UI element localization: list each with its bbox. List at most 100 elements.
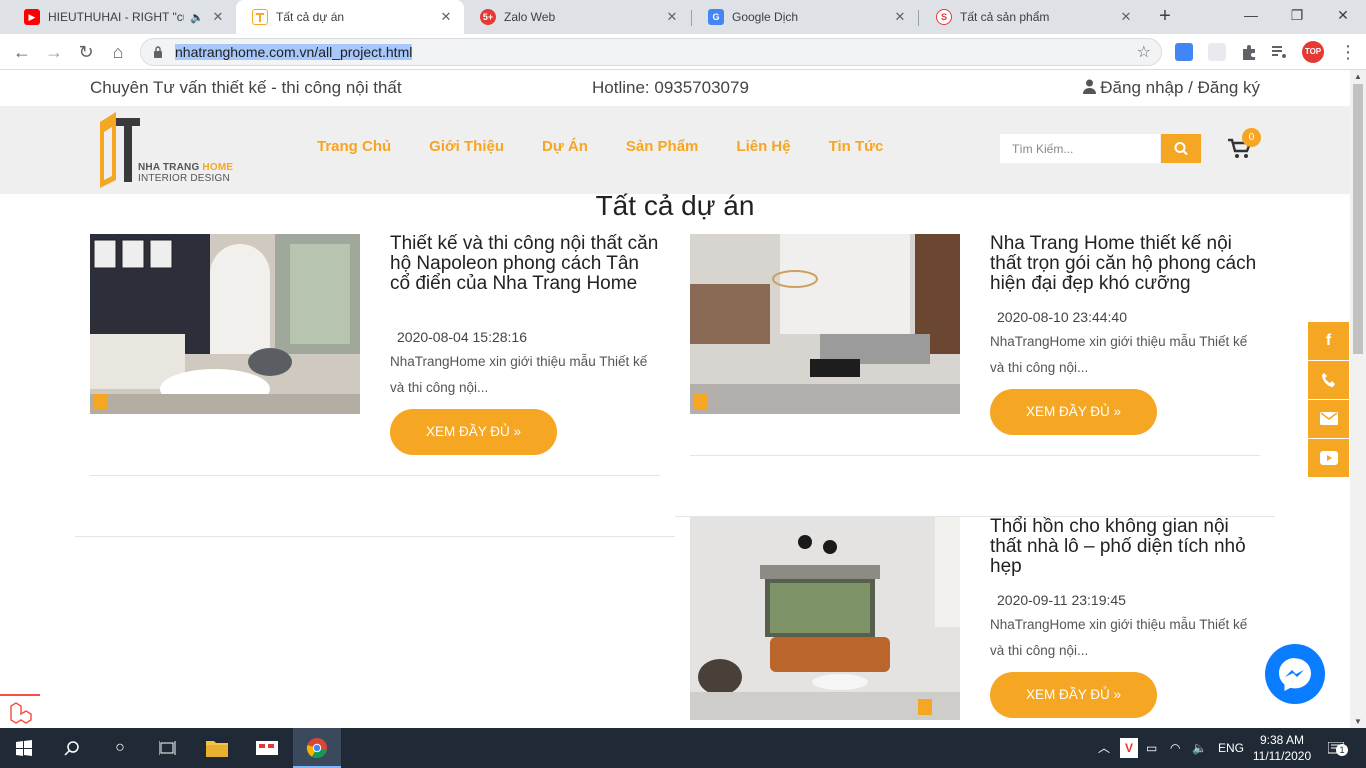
search-button[interactable] <box>1161 134 1201 163</box>
laravel-icon <box>10 702 32 724</box>
menu-item-home[interactable]: Trang Chủ <box>317 138 391 155</box>
project-3-read-more-button[interactable]: XEM ĐẦY ĐỦ » <box>990 672 1157 718</box>
page-title: Tất cả dự án <box>595 190 755 221</box>
browser-menu-icon[interactable]: ⋮ <box>1334 38 1362 66</box>
project-1-date: 2020-08-04 15:28:16 <box>397 329 527 345</box>
wifi-icon[interactable]: ◠ <box>1170 728 1180 768</box>
youtube-icon: ▶ <box>24 9 40 25</box>
tab-title: HIEUTHUHAI - RIGHT "cuộ <box>48 10 185 24</box>
tab-zalo[interactable]: 5+ Zalo Web ✕ <box>464 0 690 34</box>
notification-center-icon[interactable]: 1 <box>1324 728 1348 768</box>
close-window-button[interactable]: ✕ <box>1320 0 1366 30</box>
tab-active-projects[interactable]: Tất cả dự án ✕ <box>236 0 464 34</box>
task-view-icon[interactable] <box>144 728 192 768</box>
tab-separator <box>918 10 919 26</box>
menu-item-contact[interactable]: Liên Hệ <box>736 138 790 155</box>
project-3-title[interactable]: Thổi hồn cho không gian nội thất nhà lô … <box>990 517 1260 577</box>
project-3-image[interactable] <box>690 517 960 720</box>
audio-icon[interactable]: 🔈 <box>190 11 204 24</box>
search-icon[interactable] <box>48 728 96 768</box>
back-button[interactable]: ← <box>8 38 36 66</box>
project-3-desc: NhaTrangHome xin giới thiệu mẫu Thiết kế… <box>990 617 1248 658</box>
forward-button[interactable]: → <box>40 38 68 66</box>
project-2-image[interactable] <box>690 234 960 414</box>
project-2-title[interactable]: Nha Trang Home thiết kế nội thất trọn gó… <box>990 234 1260 294</box>
menu-item-news[interactable]: Tin Tức <box>829 138 884 155</box>
browser-toolbar: ← → ↻ ⌂ nhatranghome.com.vn/all_project.… <box>0 34 1366 70</box>
close-tab-icon[interactable]: ✕ <box>892 9 908 25</box>
restore-button[interactable]: ❐ <box>1274 0 1320 30</box>
tab-title: Zalo Web <box>504 10 556 24</box>
tab-all-products[interactable]: S Tất cả sản phẩm ✕ <box>920 0 1144 34</box>
menu-item-projects[interactable]: Dự Án <box>542 138 588 155</box>
tray-overflow-icon[interactable]: ︿ <box>1098 728 1110 768</box>
extension-icon[interactable] <box>1208 43 1226 61</box>
slogan-text: Chuyên Tư vấn thiết kế - thi công nội th… <box>90 78 402 97</box>
messenger-chat-button[interactable] <box>1265 644 1325 704</box>
facebook-icon[interactable]: f <box>1308 322 1349 360</box>
messenger-icon <box>1279 658 1311 691</box>
home-button[interactable]: ⌂ <box>104 38 132 66</box>
hotline-text[interactable]: Hotline: 0935703079 <box>592 78 749 98</box>
lock-icon <box>154 46 162 58</box>
cortana-icon[interactable]: ○ <box>96 728 144 768</box>
language-indicator[interactable]: ENG <box>1218 728 1244 768</box>
tab-title: Tất cả dự án <box>276 10 345 24</box>
puzzle-extensions-icon[interactable] <box>1240 43 1258 61</box>
close-tab-icon[interactable]: ✕ <box>664 9 680 25</box>
address-bar[interactable]: nhatranghome.com.vn/all_project.html ☆ <box>140 38 1162 66</box>
url-text[interactable]: nhatranghome.com.vn/all_project.html <box>175 44 413 60</box>
divider <box>75 536 675 537</box>
divider <box>90 475 660 476</box>
web-page: Chuyên Tư vấn thiết kế - thi công nội th… <box>0 70 1350 728</box>
login-register-link[interactable]: Đăng nhập / Đăng ký <box>1082 78 1260 98</box>
project-1-title[interactable]: Thiết kế và thi công nội thất căn hộ Nap… <box>390 234 660 294</box>
youtube-icon[interactable] <box>1308 439 1349 477</box>
minimize-button[interactable]: — <box>1228 0 1274 30</box>
battery-icon[interactable]: ▭ <box>1146 728 1157 768</box>
user-icon <box>1082 79 1096 94</box>
close-tab-icon[interactable]: ✕ <box>438 9 454 25</box>
unikey-icon[interactable]: V <box>1120 738 1138 758</box>
reload-button[interactable]: ↻ <box>72 38 100 66</box>
phone-icon[interactable] <box>1308 361 1349 399</box>
new-tab-button[interactable]: + <box>1154 5 1176 27</box>
close-tab-icon[interactable]: ✕ <box>210 9 226 25</box>
scroll-up-arrow-icon[interactable]: ▲ <box>1354 72 1362 81</box>
search-input[interactable] <box>1000 134 1160 163</box>
project-1-image[interactable] <box>90 234 360 414</box>
logo-brand: NHA TRANG HOME <box>138 162 234 173</box>
project-3-date: 2020-09-11 23:19:45 <box>997 592 1126 608</box>
project-2-read-more-button[interactable]: XEM ĐẦY ĐỦ » <box>990 389 1157 435</box>
chrome-icon[interactable] <box>293 728 341 768</box>
site-favicon <box>252 9 268 25</box>
file-explorer-icon[interactable] <box>193 728 241 768</box>
media-queue-icon[interactable] <box>1270 43 1288 61</box>
app-icon[interactable] <box>243 728 291 768</box>
site-header: NHA TRANG HOME INTERIOR DESIGN Trang Chủ… <box>0 106 1350 194</box>
menu-item-about[interactable]: Giới Thiệu <box>429 138 504 155</box>
volume-icon[interactable]: 🔈 <box>1192 728 1207 768</box>
tab-youtube[interactable]: ▶ HIEUTHUHAI - RIGHT "cuộ 🔈 ✕ <box>8 0 236 34</box>
tab-title: Google Dịch <box>732 10 799 24</box>
scroll-down-arrow-icon[interactable]: ▼ <box>1354 717 1362 726</box>
login-label[interactable]: Đăng nhập / Đăng ký <box>1100 78 1260 97</box>
bookmark-star-icon[interactable]: ☆ <box>1137 42 1151 62</box>
tab-google-translate[interactable]: G Google Dịch ✕ <box>692 0 918 34</box>
notification-count-badge: 1 <box>1336 744 1348 756</box>
windows-start-icon[interactable] <box>0 728 48 768</box>
page-scrollbar[interactable]: ▲ ▼ <box>1350 70 1366 728</box>
scrollbar-thumb[interactable] <box>1353 84 1363 354</box>
site-logo[interactable]: NHA TRANG HOME INTERIOR DESIGN <box>96 110 236 190</box>
clock[interactable]: 9:38 AM 11/11/2020 <box>1252 732 1312 764</box>
debugbar-toggle[interactable] <box>0 694 40 728</box>
google-translate-icon: G <box>708 9 724 25</box>
translate-extension-icon[interactable] <box>1175 43 1193 61</box>
browser-tab-bar: ▶ HIEUTHUHAI - RIGHT "cuộ 🔈 ✕ Tất cả dự … <box>0 0 1366 34</box>
profile-avatar[interactable]: TOP <box>1302 41 1324 63</box>
menu-item-products[interactable]: Sản Phẩm <box>626 138 699 155</box>
top-info-bar: Chuyên Tư vấn thiết kế - thi công nội th… <box>0 70 1350 106</box>
email-icon[interactable] <box>1308 400 1349 438</box>
project-1-read-more-button[interactable]: XEM ĐẦY ĐỦ » <box>390 409 557 455</box>
close-tab-icon[interactable]: ✕ <box>1118 9 1134 25</box>
